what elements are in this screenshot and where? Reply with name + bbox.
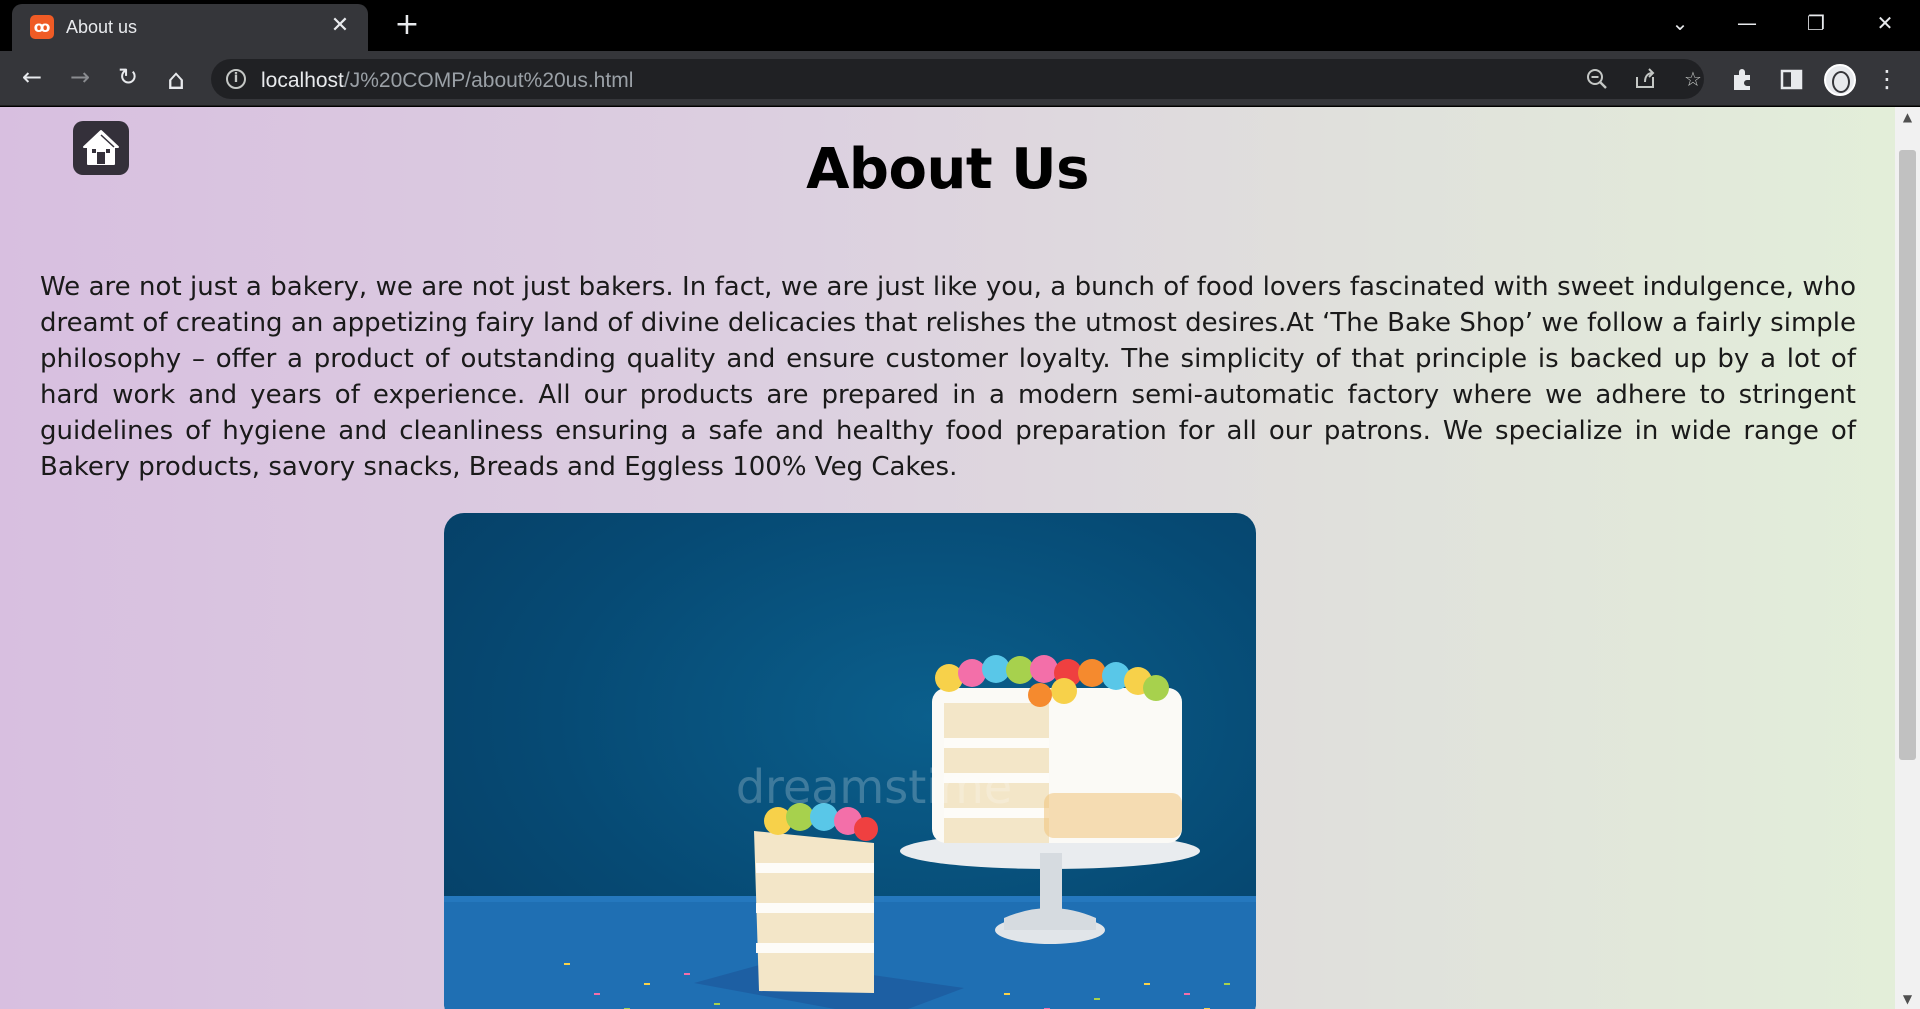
- bookmark-star-icon[interactable]: ☆: [1679, 65, 1707, 93]
- url-text[interactable]: localhost/J%20COMP/about%20us.html: [261, 69, 633, 93]
- cake-image: dreamstime: [444, 513, 1256, 1009]
- scroll-down-arrow-icon[interactable]: ▼: [1895, 989, 1920, 1009]
- menu-icon[interactable]: ⋮: [1872, 64, 1902, 94]
- watermark-text: dreamstime: [736, 760, 1012, 814]
- address-bar[interactable]: i localhost/J%20COMP/about%20us.html ☆: [211, 59, 1704, 99]
- browser-toolbar: ← → ↻ ⌂ i localhost/J%20COMP/about%20us.…: [0, 51, 1920, 106]
- share-icon[interactable]: [1631, 65, 1659, 93]
- url-host: localhost: [261, 69, 344, 92]
- browser-tab[interactable]: ꝏ About us ✕: [12, 4, 368, 51]
- tab-title: About us: [66, 17, 138, 37]
- home-nav-button[interactable]: ⌂: [160, 63, 192, 96]
- new-tab-button[interactable]: +: [390, 8, 424, 42]
- scroll-thumb[interactable]: [1899, 150, 1916, 760]
- profile-avatar[interactable]: [1824, 64, 1856, 96]
- about-paragraph: We are not just a bakery, we are not jus…: [40, 272, 1856, 482]
- zoom-out-icon[interactable]: [1583, 65, 1611, 93]
- page-title: About Us: [806, 137, 1089, 202]
- back-button[interactable]: ←: [16, 63, 48, 95]
- forward-button[interactable]: →: [64, 63, 96, 95]
- site-info-icon[interactable]: i: [226, 69, 246, 89]
- tab-search-icon[interactable]: ⌄: [1660, 6, 1700, 40]
- close-tab-icon[interactable]: ✕: [326, 12, 354, 40]
- xampp-favicon-icon: ꝏ: [30, 15, 54, 39]
- url-path: /J%20COMP/about%20us.html: [343, 69, 634, 92]
- scroll-up-arrow-icon[interactable]: ▲: [1895, 107, 1920, 127]
- page-viewport: About Us We are not just a bakery, we ar…: [0, 107, 1920, 1009]
- extensions-icon[interactable]: [1728, 64, 1758, 94]
- reload-button[interactable]: ↻: [112, 63, 144, 95]
- restore-button[interactable]: ❐: [1796, 6, 1836, 40]
- minimize-button[interactable]: —: [1727, 6, 1767, 40]
- vertical-scrollbar[interactable]: ▲ ▼: [1895, 107, 1920, 1009]
- side-panel-icon[interactable]: [1776, 64, 1806, 94]
- tab-strip: ꝏ About us ✕ + ⌄ — ❐ ✕: [0, 0, 1920, 51]
- close-window-button[interactable]: ✕: [1865, 6, 1905, 40]
